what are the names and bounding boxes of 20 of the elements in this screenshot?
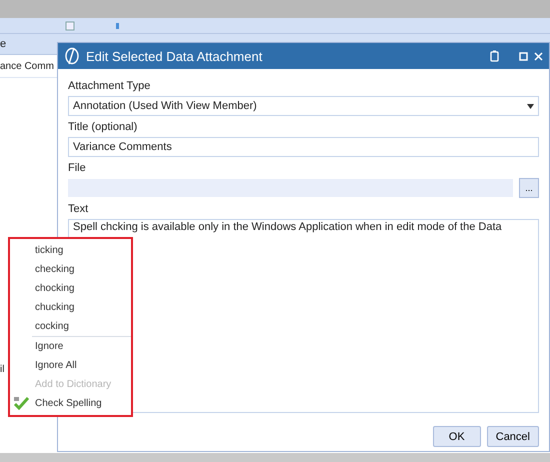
field-label: Title (optional)	[68, 121, 138, 133]
cancel-button[interactable]: Cancel	[486, 426, 539, 447]
app-logo-icon	[64, 47, 80, 65]
field-label: File	[68, 162, 87, 174]
close-icon[interactable]	[534, 52, 543, 60]
toolbar-icon[interactable]	[115, 22, 121, 30]
spell-check-icon	[13, 396, 29, 410]
title-field[interactable]: Variance Comments	[68, 137, 539, 157]
window-title: Edit Selected Data Attachment	[86, 48, 264, 64]
field-label: Attachment Type	[68, 80, 152, 92]
table-cell: ance Comm	[0, 60, 54, 72]
dropdown-caret-icon	[527, 104, 534, 108]
field-label: Text	[68, 203, 90, 215]
attachment-type-dropdown[interactable]: Annotation (Used With View Member)	[68, 96, 539, 116]
clipboard-icon[interactable]	[490, 50, 499, 62]
ok-button[interactable]: OK	[432, 426, 481, 447]
browse-button[interactable]: ...	[519, 178, 539, 198]
table-cell: il	[0, 364, 4, 375]
column-header: e	[0, 38, 6, 50]
maximize-icon[interactable]	[519, 52, 528, 60]
